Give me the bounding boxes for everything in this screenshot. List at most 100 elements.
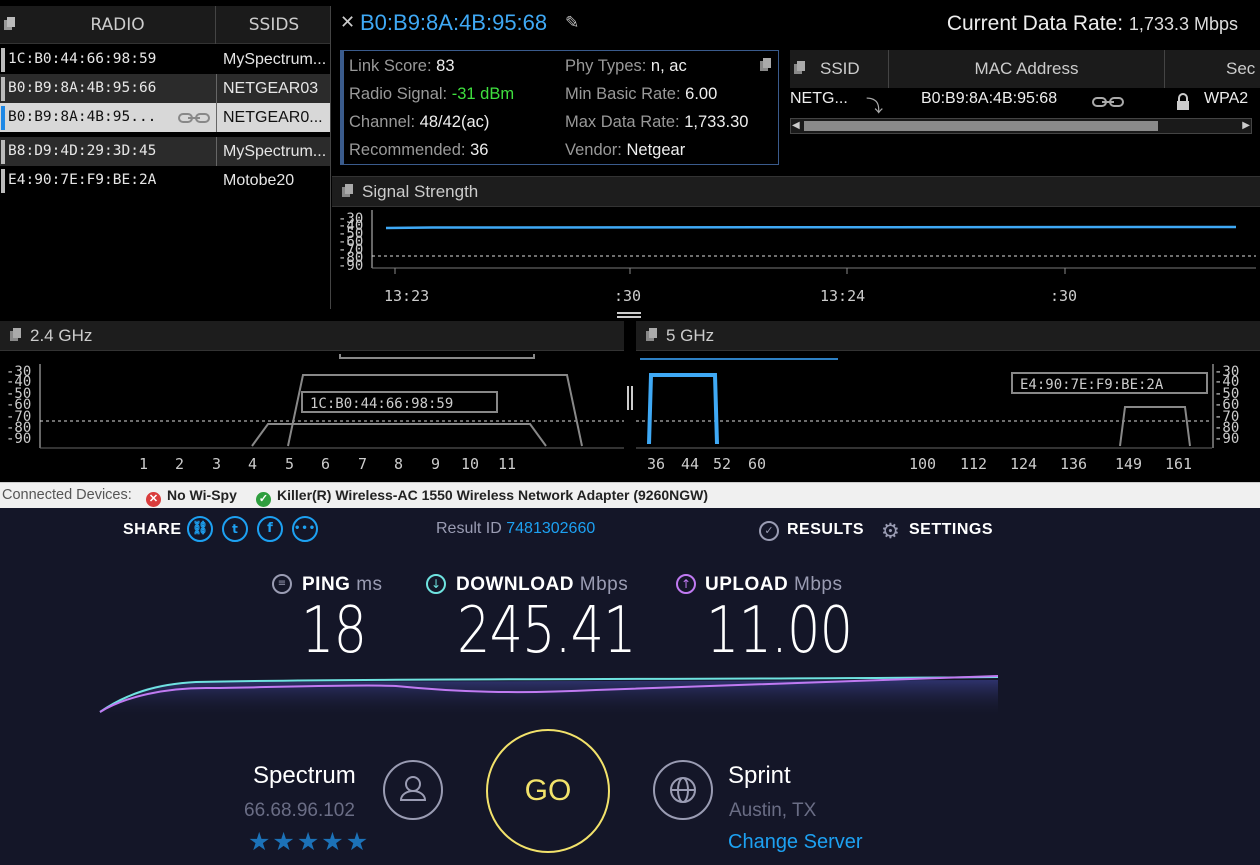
vertical-splitter[interactable] <box>624 321 636 482</box>
channel-tick: 1 <box>139 455 148 473</box>
upload-value: 11.00 <box>706 594 853 668</box>
radio-signal: Radio Signal: -31 dBm <box>349 85 515 103</box>
radio-mac: B8:D9:4D:29:3D:45 <box>8 143 157 159</box>
signal-bar <box>1 48 5 72</box>
results-icon[interactable]: ✓ <box>759 521 779 541</box>
signal-line <box>385 225 1237 230</box>
copy-icon[interactable] <box>794 61 806 75</box>
link-icon[interactable]: ⛓ <box>187 516 213 542</box>
error-icon: ✕ <box>146 492 161 507</box>
radio-row[interactable]: 1C:B0:44:66:98:59 MySpectrum... <box>0 45 331 74</box>
isp-ip: 66.68.96.102 <box>244 800 355 821</box>
current-data-rate: Current Data Rate: 1,733.3 Mbps <box>947 12 1238 36</box>
phy-types: Phy Types: n, ac <box>565 57 687 75</box>
channel-tick: 52 <box>713 455 731 473</box>
selected-network-trace <box>647 373 719 445</box>
close-icon[interactable]: ✕ <box>340 12 355 33</box>
result-id-link[interactable]: 7481302660 <box>506 520 595 537</box>
signal-strength-title: Signal Strength <box>362 182 479 201</box>
channel-tick: 44 <box>681 455 699 473</box>
check-icon: ✓ <box>256 492 271 507</box>
detail-panel: ✕ B0:B9:8A:4B:95:68 ✎ Current Data Rate:… <box>332 0 1260 176</box>
speedtest-panel: SHARE ⛓ t f ••• Result ID 7481302660 ✓ R… <box>0 508 1260 865</box>
y-axis-ticks: -30 -40 -50 -60 -70 -80 -90 <box>1214 364 1239 447</box>
y-tick: -90 <box>6 431 31 447</box>
channel-tick: 11 <box>498 455 516 473</box>
rate-label: Current Data Rate: <box>946 12 1124 35</box>
radio-mac: 1C:B0:44:66:98:59 <box>8 51 157 67</box>
horizontal-splitter[interactable] <box>0 309 1260 321</box>
isp-name: Spectrum <box>253 762 356 789</box>
settings-icon[interactable]: ⚙ <box>881 519 900 543</box>
server-location: Austin, TX <box>729 800 817 821</box>
horizontal-scrollbar[interactable]: ◀ ▶ <box>790 118 1252 134</box>
copy-icon[interactable] <box>10 328 22 342</box>
network-trace <box>251 423 547 447</box>
speed-graph <box>99 675 999 718</box>
ssid-table: SSID MAC Address Sec NETG... ⤵ B0:B9:8A:… <box>790 50 1260 138</box>
go-button[interactable]: GO <box>486 729 610 853</box>
change-server-link[interactable]: Change Server <box>728 831 863 854</box>
ssid-cell: NETG... <box>790 90 848 107</box>
radio-info-box: Link Score: 83 Radio Signal: -31 dBm Cha… <box>340 50 779 165</box>
column-header-ssid[interactable]: SSID <box>820 50 860 88</box>
copy-icon[interactable] <box>760 58 772 72</box>
channel-tick: 9 <box>431 455 440 473</box>
mac-cell: B0:B9:8A:4B:95:68 <box>921 90 1058 107</box>
twitter-icon[interactable]: t <box>222 516 248 542</box>
edit-icon[interactable]: ✎ <box>565 13 579 33</box>
radio-ssid: MySpectrum... <box>223 51 327 68</box>
channel-tick: 10 <box>461 455 479 473</box>
ghz5-header: 5 GHz <box>636 321 1260 351</box>
download-icon: ↓ <box>426 574 446 594</box>
scroll-left-icon[interactable]: ◀ <box>792 120 800 131</box>
server-name: Sprint <box>728 762 791 789</box>
ghz24-title: 2.4 GHz <box>30 326 93 345</box>
column-header-mac-address[interactable]: MAC Address <box>889 50 1164 88</box>
ghz5-panel: 5 GHz -30 -40 -50 -60 -70 -80 -90 E4:90:… <box>636 321 1260 481</box>
radio-row[interactable]: B0:B9:8A:4B:95:66 NETGEAR03 <box>0 74 331 103</box>
column-header-radio[interactable]: RADIO <box>20 6 216 44</box>
network-label: 1C:B0:44:66:98:59 <box>310 396 453 412</box>
radio-mac: E4:90:7E:F9:BE:2A <box>8 172 157 188</box>
channel-tick: 124 <box>1010 455 1037 473</box>
vendor: Vendor: Netgear <box>565 141 686 159</box>
signal-bar <box>1 106 5 130</box>
copy-icon[interactable] <box>646 328 658 342</box>
radio-row[interactable]: E4:90:7E:F9:BE:2A Motobe20 <box>0 166 331 195</box>
isp-rating[interactable]: ★★★★★ <box>248 827 370 856</box>
x-tick: 13:23 <box>384 287 429 305</box>
settings-button[interactable]: SETTINGS <box>909 521 993 539</box>
download-value: 245.41 <box>457 594 637 668</box>
y-tick: -90 <box>338 258 363 274</box>
channel-labels: 1 2 3 4 5 6 7 8 9 10 11 <box>139 455 516 473</box>
signal-bar <box>1 140 5 164</box>
result-id: Result ID 7481302660 <box>436 520 596 537</box>
ghz24-panel: 2.4 GHz -30 -40 -50 -60 -70 -80 -90 1C:B… <box>0 321 624 481</box>
more-icon[interactable]: ••• <box>292 516 318 542</box>
device-killer-adapter[interactable]: ✓ Killer(R) Wireless-AC 1550 Wireless Net… <box>256 487 708 507</box>
user-icon <box>383 760 443 820</box>
channel-tick: 7 <box>358 455 367 473</box>
ghz24-chart: -30 -40 -50 -60 -70 -80 -90 1C:B0:44:66:… <box>6 354 624 473</box>
radio-table-header: RADIO SSIDS <box>0 6 331 44</box>
device-no-wispy[interactable]: ✕ No Wi-Spy <box>146 487 237 507</box>
column-header-security[interactable]: Sec <box>1226 50 1255 88</box>
channel-tick: 100 <box>909 455 936 473</box>
column-header-ssids[interactable]: SSIDS <box>217 6 331 44</box>
facebook-icon[interactable]: f <box>257 516 283 542</box>
signal-bar <box>1 77 5 101</box>
radio-table: RADIO SSIDS 1C:B0:44:66:98:59 MySpectrum… <box>0 6 331 309</box>
copy-icon[interactable] <box>4 17 16 31</box>
radio-row[interactable]: B8:D9:4D:29:3D:45 MySpectrum... <box>0 137 331 166</box>
scroll-right-icon[interactable]: ▶ <box>1242 120 1250 131</box>
radio-mac: B0:B9:8A:4B:95... <box>8 109 157 125</box>
scrollbar-thumb[interactable] <box>804 121 1158 131</box>
results-button[interactable]: RESULTS <box>787 521 864 539</box>
radio-row-selected[interactable]: B0:B9:8A:4B:95... NETGEAR0... <box>0 103 331 132</box>
channel-tick: 136 <box>1060 455 1087 473</box>
ping-label: PING ms <box>302 574 383 595</box>
copy-icon[interactable] <box>342 184 354 198</box>
detail-title: B0:B9:8A:4B:95:68 <box>360 10 548 35</box>
channel-tick: 149 <box>1115 455 1142 473</box>
